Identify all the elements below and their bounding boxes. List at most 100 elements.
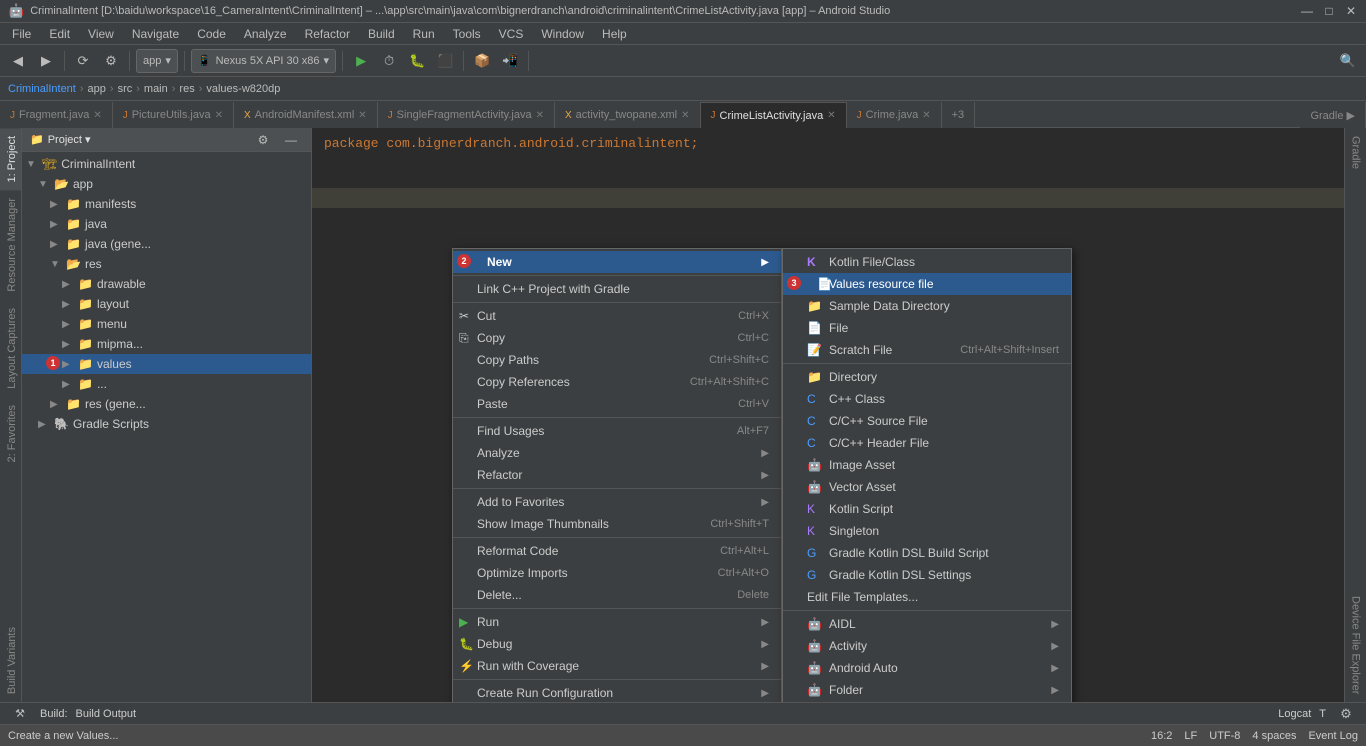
tab-singlefragmentactivity-java[interactable]: J SingleFragmentActivity.java ✕ xyxy=(378,102,555,128)
new-sample-data[interactable]: 📁 Sample Data Directory xyxy=(783,295,1071,317)
new-singleton[interactable]: K Singleton xyxy=(783,520,1071,542)
new-folder[interactable]: 🤖 Folder ▶ xyxy=(783,679,1071,701)
event-log-button[interactable]: Event Log xyxy=(1308,730,1358,742)
sync-button[interactable]: ⟳ xyxy=(71,49,95,73)
app-config-dropdown[interactable]: app ▾ xyxy=(136,49,178,73)
new-gradle-kotlin-settings[interactable]: G Gradle Kotlin DSL Settings xyxy=(783,564,1071,586)
breadcrumb-item-5[interactable]: values-w820dp xyxy=(206,83,280,95)
breadcrumb-item-0[interactable]: CriminalIntent xyxy=(8,83,76,95)
cursor-position[interactable]: 16:2 xyxy=(1151,730,1172,742)
charset[interactable]: UTF-8 xyxy=(1209,730,1240,742)
tab-close-4[interactable]: ✕ xyxy=(681,110,689,121)
tree-item-mipmap[interactable]: ▶ 📁 mipma... xyxy=(22,334,311,354)
new-aidl[interactable]: 🤖 AIDL ▶ xyxy=(783,613,1071,635)
tab-close-2[interactable]: ✕ xyxy=(358,110,366,121)
build-icon[interactable]: ⚒ xyxy=(8,702,32,726)
new-cpp-source[interactable]: C C/C++ Source File xyxy=(783,410,1071,432)
new-file[interactable]: 📄 File xyxy=(783,317,1071,339)
tab-crime-java[interactable]: J Crime.java ✕ xyxy=(847,102,942,128)
tab-close-6[interactable]: ✕ xyxy=(922,110,930,121)
debug-button[interactable]: 🐛 xyxy=(405,49,429,73)
ctx-optimize-imports[interactable]: Optimize Imports Ctrl+Alt+O xyxy=(453,562,781,584)
menu-file[interactable]: File xyxy=(4,25,39,43)
ctx-delete[interactable]: Delete... Delete xyxy=(453,584,781,606)
gradle-panel-tab[interactable]: Gradle ▶ xyxy=(1300,102,1366,128)
tree-item-values[interactable]: 1 ▶ 📁 values xyxy=(22,354,311,374)
project-panel-close-icon[interactable]: — xyxy=(279,128,303,152)
new-cpp-class[interactable]: C C++ Class xyxy=(783,388,1071,410)
logcat-label[interactable]: Logcat xyxy=(1278,708,1311,720)
ctx-paste[interactable]: Paste Ctrl+V xyxy=(453,393,781,415)
menu-run[interactable]: Run xyxy=(405,25,443,43)
tab-activity-twopane-xml[interactable]: X activity_twopane.xml ✕ xyxy=(555,102,701,128)
tab-crimelistactivity-java[interactable]: J CrimeListActivity.java ✕ xyxy=(701,102,847,128)
ctx-run-coverage[interactable]: ⚡ Run with Coverage ▶ xyxy=(453,655,781,677)
tree-item-gradle-scripts[interactable]: ▶ 🐘 Gradle Scripts xyxy=(22,414,311,434)
panel-tab-build-variants[interactable]: Build Variants xyxy=(0,619,21,702)
ctx-link-cpp[interactable]: Link C++ Project with Gradle xyxy=(453,278,781,300)
ctx-show-image[interactable]: Show Image Thumbnails Ctrl+Shift+T xyxy=(453,513,781,535)
new-kotlin-script[interactable]: K Kotlin Script xyxy=(783,498,1071,520)
build-output-label[interactable]: Build Output xyxy=(76,708,137,720)
menu-tools[interactable]: Tools xyxy=(445,25,489,43)
new-gradle-kotlin-build[interactable]: G Gradle Kotlin DSL Build Script xyxy=(783,542,1071,564)
avd-manager-icon[interactable]: 📲 xyxy=(498,49,522,73)
new-edit-templates[interactable]: Edit File Templates... xyxy=(783,586,1071,608)
run-button[interactable]: ▶ xyxy=(349,49,373,73)
ctx-run[interactable]: ▶ Run ▶ xyxy=(453,611,781,633)
new-directory[interactable]: 📁 Directory xyxy=(783,366,1071,388)
ctx-add-favorites[interactable]: Add to Favorites ▶ xyxy=(453,491,781,513)
menu-help[interactable]: Help xyxy=(594,25,635,43)
tree-item-layout[interactable]: ▶ 📁 layout xyxy=(22,294,311,314)
terminal-tab-label[interactable]: T xyxy=(1319,708,1326,720)
new-cpp-header[interactable]: C C/C++ Header File xyxy=(783,432,1071,454)
ctx-analyze[interactable]: Analyze ▶ xyxy=(453,442,781,464)
new-android-auto[interactable]: 🤖 Android Auto ▶ xyxy=(783,657,1071,679)
menu-analyze[interactable]: Analyze xyxy=(236,25,295,43)
tab-close-3[interactable]: ✕ xyxy=(536,110,544,121)
tab-close-1[interactable]: ✕ xyxy=(215,110,223,121)
ctx-create-run-config[interactable]: Create Run Configuration ▶ xyxy=(453,682,781,702)
tab-close-0[interactable]: ✕ xyxy=(93,110,101,121)
menu-build[interactable]: Build xyxy=(360,25,403,43)
sdk-manager-icon[interactable]: 📦 xyxy=(470,49,494,73)
ctx-debug[interactable]: 🐛 Debug ▶ xyxy=(453,633,781,655)
line-ending[interactable]: LF xyxy=(1184,730,1197,742)
new-activity[interactable]: 🤖 Activity ▶ xyxy=(783,635,1071,657)
panel-tab-resource-manager[interactable]: Resource Manager xyxy=(0,190,21,300)
menu-navigate[interactable]: Navigate xyxy=(124,25,187,43)
profile-button[interactable]: ⏱ xyxy=(377,49,401,73)
breadcrumb-item-2[interactable]: src xyxy=(118,83,133,95)
tree-item-res[interactable]: ▼ 📂 res xyxy=(22,254,311,274)
menu-window[interactable]: Window xyxy=(533,25,592,43)
tree-item-java[interactable]: ▶ 📁 java xyxy=(22,214,311,234)
project-panel-settings-icon[interactable]: ⚙ xyxy=(251,128,275,152)
tab-fragment-java[interactable]: J Fragment.java ✕ xyxy=(0,102,113,128)
tree-item-criminalintent[interactable]: ▼ 🏗 CriminalIntent xyxy=(22,154,311,174)
new-kotlin-file[interactable]: K Kotlin File/Class xyxy=(783,251,1071,273)
tree-item-java-gen[interactable]: ▶ 📁 java (gene... xyxy=(22,234,311,254)
tree-item-res-gen[interactable]: ▶ 📁 res (gene... xyxy=(22,394,311,414)
bottom-bar-settings-icon[interactable]: ⚙ xyxy=(1334,702,1358,726)
panel-tab-layout-captures[interactable]: Layout Captures xyxy=(0,300,21,397)
tree-item-manifests[interactable]: ▶ 📁 manifests xyxy=(22,194,311,214)
back-button[interactable]: ◀ xyxy=(6,49,30,73)
panel-tab-project[interactable]: 1: Project xyxy=(0,128,21,190)
new-scratch-file[interactable]: 📝 Scratch File Ctrl+Alt+Shift+Insert xyxy=(783,339,1071,361)
new-fragment[interactable]: 🤖 Fragment ▶ xyxy=(783,701,1071,702)
breadcrumb-item-4[interactable]: res xyxy=(179,83,194,95)
new-image-asset[interactable]: 🤖 Image Asset xyxy=(783,454,1071,476)
new-values-resource-file[interactable]: 3 📄 Values resource file xyxy=(783,273,1071,295)
menu-code[interactable]: Code xyxy=(189,25,234,43)
tab-pictureutils-java[interactable]: J PictureUtils.java ✕ xyxy=(113,102,234,128)
ctx-cut[interactable]: ✂ Cut Ctrl+X xyxy=(453,305,781,327)
tab-more[interactable]: +3 xyxy=(942,102,976,128)
ctx-refactor[interactable]: Refactor ▶ xyxy=(453,464,781,486)
close-button[interactable]: ✕ xyxy=(1344,4,1358,18)
breadcrumb-item-3[interactable]: main xyxy=(144,83,168,95)
minimize-button[interactable]: — xyxy=(1300,4,1314,18)
maximize-button[interactable]: □ xyxy=(1322,4,1336,18)
menu-refactor[interactable]: Refactor xyxy=(297,25,358,43)
tab-close-5[interactable]: ✕ xyxy=(827,110,835,121)
tree-item-app[interactable]: ▼ 📂 app xyxy=(22,174,311,194)
